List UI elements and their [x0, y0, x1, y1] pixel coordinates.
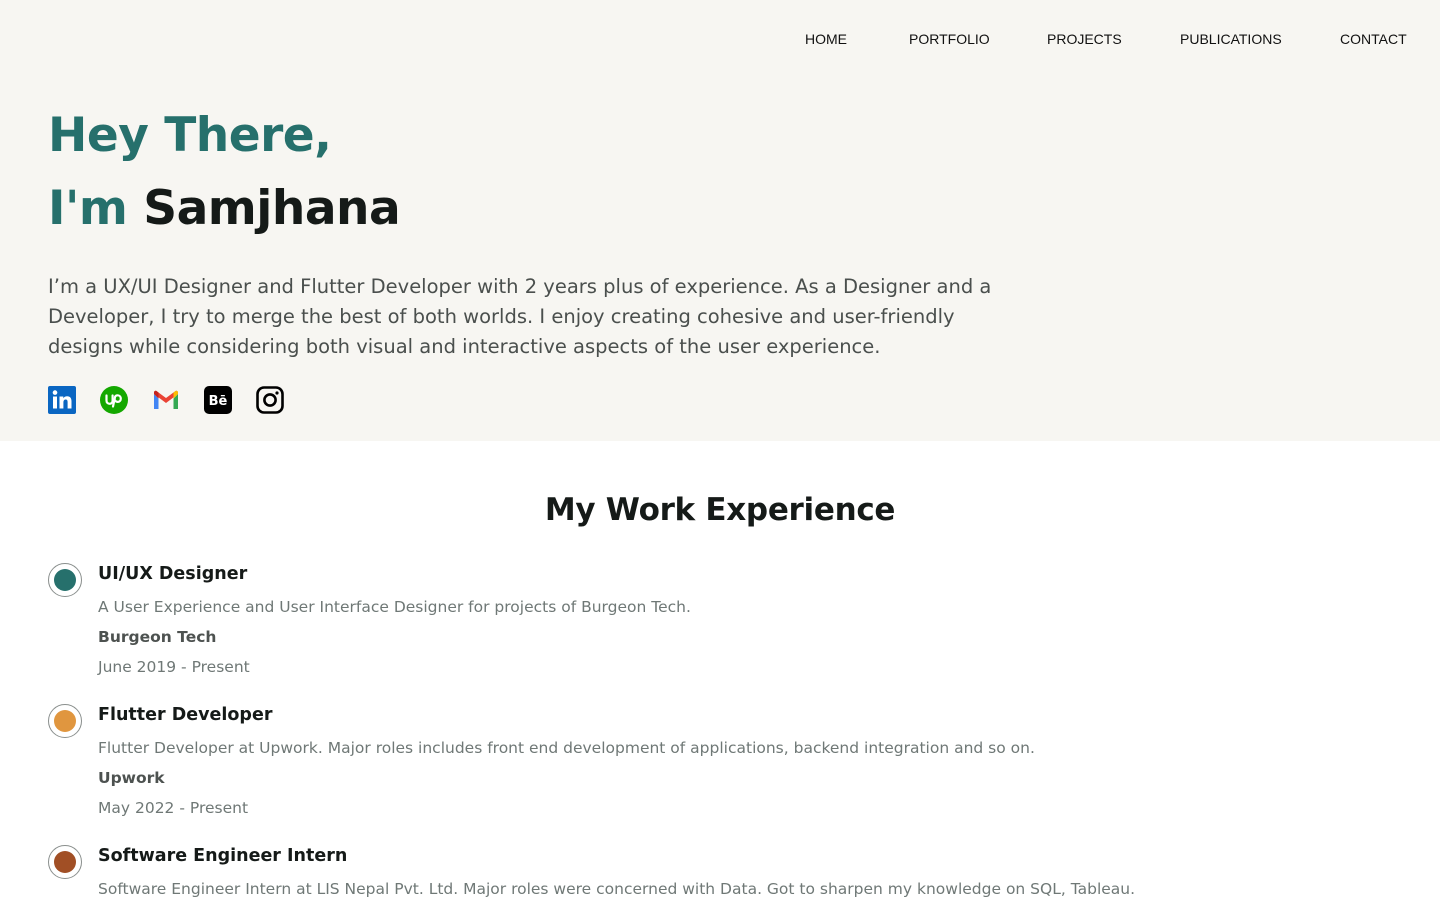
experience-dates: June 2019 - Present [98, 658, 250, 676]
nav-publications-link[interactable]: PUBLICATIONS [1180, 31, 1282, 47]
gmail-icon[interactable] [152, 386, 180, 414]
upwork-icon[interactable] [100, 386, 128, 414]
hero-bio: I’m a UX/UI Designer and Flutter Develop… [48, 275, 992, 358]
linkedin-icon[interactable] [48, 386, 76, 414]
experience-description: A User Experience and User Interface Des… [98, 598, 691, 616]
experience-description: Flutter Developer at Upwork. Major roles… [98, 739, 1035, 757]
timeline-dot-fill [54, 569, 76, 591]
timeline-dot-fill [54, 710, 76, 732]
hero-name: Samjhana [143, 181, 401, 236]
experience-dates: May 2022 - Present [98, 799, 249, 817]
experience-role: Flutter Developer [98, 705, 273, 725]
hero-im: I'm [48, 181, 128, 236]
timeline-dot [48, 704, 82, 738]
hero-section: HOME PORTFOLIO PROJECTS PUBLICATIONS CON… [0, 0, 1440, 441]
experience-role: Software Engineer Intern [98, 846, 348, 866]
experience-role: UI/UX Designer [98, 564, 248, 584]
svg-text:Bē: Bē [209, 394, 228, 409]
nav-projects-link[interactable]: PROJECTS [1047, 31, 1122, 47]
timeline-dot [48, 845, 82, 879]
experience-company: Upwork [98, 769, 165, 787]
hero-greeting: Hey There, [48, 108, 332, 163]
nav-home-link[interactable]: HOME [805, 31, 847, 47]
experience-description: Software Engineer Intern at LIS Nepal Pv… [98, 880, 1136, 898]
hero-intro: I'm Samjhana [48, 181, 401, 236]
timeline-dot [48, 563, 82, 597]
experience-company: Burgeon Tech [98, 628, 217, 646]
timeline-dot-fill [54, 851, 76, 873]
behance-icon[interactable]: Bē [204, 386, 232, 414]
nav-portfolio-link[interactable]: PORTFOLIO [909, 31, 990, 47]
instagram-icon[interactable] [256, 386, 284, 414]
work-experience-heading: My Work Experience [544, 492, 896, 528]
nav-contact-link[interactable]: CONTACT [1340, 31, 1407, 47]
